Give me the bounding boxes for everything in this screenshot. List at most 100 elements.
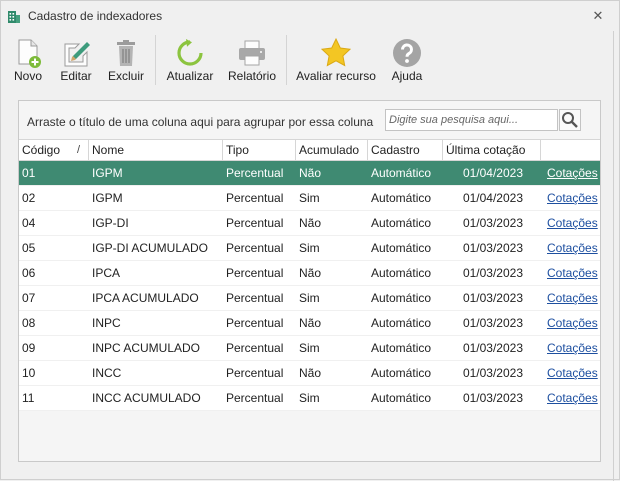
table-row[interactable]: 07 IPCA ACUMULADO Percentual Sim Automático 0… [19,286,600,311]
cell-code: 10 [22,366,36,380]
table-row[interactable]: 11 INCC ACUMULADO Percentual Sim Automático 0… [19,386,600,411]
quotes-link[interactable]: Cotações [541,336,600,361]
refresh-button[interactable]: Atualizar [164,35,216,87]
table-row[interactable]: 09 INPC ACUMULADO Percentual Sim Automático 0… [19,336,600,361]
cell-code: 04 [22,216,36,230]
cell-type: Percentual [226,166,284,180]
cell-name: INPC ACUMULADO [92,341,201,355]
cell-type: Percentual [226,191,284,205]
quotes-link[interactable]: Cotações [541,261,600,286]
rate-resource-button-label: Avaliar recurso [296,69,376,83]
cell-type: Percentual [226,341,284,355]
cell-type: Percentual [226,316,284,330]
cell-type: Percentual [226,216,284,230]
quotes-link[interactable]: Cotações [541,361,600,386]
help-button-label: Ajuda [391,69,423,83]
edit-button-label: Editar [60,69,92,83]
sort-indicator-icon: / [76,144,80,156]
table-row[interactable]: 04 IGP-DI Percentual Não Automático 01/03/202… [19,211,600,236]
quotes-link[interactable]: Cotações [541,311,600,336]
cell-code: 11 [22,391,35,405]
search-input[interactable] [386,110,557,130]
rate-resource-button[interactable]: Avaliar recurso [295,35,377,87]
cell-registration: Automático [371,216,432,230]
column-header-last-quote[interactable]: Última cotação [443,140,541,161]
edit-pencil-icon [64,42,90,67]
cell-name: INCC [92,366,122,380]
grid-body: 01 IGPM Percentual Não Automático 01/04/2023 C… [19,161,600,411]
data-grid: Código / Nome Tipo Acumulado Cadastro Últ… [19,139,600,411]
table-row[interactable]: 08 INPC Percentual Não Automático 01/03/2023 C… [19,311,600,336]
toolbar-separator [155,35,156,85]
grid-panel: Arraste o título de uma coluna aqui para… [18,100,601,462]
new-button[interactable]: Novo [11,35,45,87]
search-box [385,109,558,131]
quotes-link[interactable]: Cotações [541,386,600,411]
cell-last-quote: 01/04/2023 [462,166,523,180]
quotes-link[interactable]: Cotações [541,286,600,311]
cell-accumulated: Sim [299,341,320,355]
delete-button[interactable]: Excluir [106,35,146,87]
column-header-accumulated[interactable]: Acumulado [296,140,368,161]
cell-accumulated: Não [299,316,322,330]
cell-last-quote: 01/03/2023 [462,241,523,255]
cell-code: 08 [22,316,36,330]
cell-last-quote: 01/03/2023 [462,341,523,355]
cell-last-quote: 01/03/2023 [462,391,523,405]
cell-last-quote: 01/03/2023 [462,291,523,305]
delete-button-label: Excluir [107,69,144,83]
window-edge [613,31,614,481]
cell-last-quote: 01/04/2023 [462,191,523,205]
toolbar-separator [286,35,287,85]
search-button[interactable] [559,109,581,131]
quotes-link[interactable]: Cotações [541,161,600,186]
help-button[interactable]: Ajuda [387,35,427,87]
table-row[interactable]: 05 IGP-DI ACUMULADO Percentual Sim Automátic… [19,236,600,261]
quotes-link[interactable]: Cotações [541,236,600,261]
table-row[interactable]: 10 INCC Percentual Não Automático 01/03/2023 C… [19,361,600,386]
close-icon[interactable]: ✕ [589,7,607,25]
cell-registration: Automático [371,391,432,405]
cell-accumulated: Não [299,266,322,280]
column-header-label: Código [22,143,61,157]
table-row[interactable]: 01 IGPM Percentual Não Automático 01/04/2023 C… [19,161,600,186]
table-row[interactable]: 06 IPCA Percentual Não Automático 01/03/2023 C… [19,261,600,286]
column-header-actions [541,140,600,161]
cell-code: 02 [22,191,36,205]
cell-registration: Automático [371,291,432,305]
column-header-code[interactable]: Código / [19,140,89,161]
report-button[interactable]: Relatório [225,35,279,87]
cell-accumulated: Sim [299,241,320,255]
cell-type: Percentual [226,391,284,405]
building-icon [8,11,20,23]
cell-accumulated: Sim [299,191,320,205]
toolbar: Novo Editar Excluir Atualizar Relatório … [11,31,611,89]
column-header-name[interactable]: Nome [89,140,223,161]
cell-name: IGPM [92,191,123,205]
quotes-link[interactable]: Cotações [541,186,600,211]
cell-registration: Automático [371,316,432,330]
group-by-hint: Arraste o título de uma coluna aqui para… [27,115,374,129]
cell-last-quote: 01/03/2023 [462,216,523,230]
refresh-icon [177,39,203,66]
cell-name: INPC [92,316,121,330]
cell-registration: Automático [371,341,432,355]
cell-type: Percentual [226,366,284,380]
column-header-registration[interactable]: Cadastro [368,140,443,161]
cell-type: Percentual [226,241,284,255]
cell-name: IGP-DI [92,216,129,230]
cell-accumulated: Não [299,366,322,380]
edit-button[interactable]: Editar [56,35,96,87]
column-header-type[interactable]: Tipo [223,140,296,161]
window-title: Cadastro de indexadores [28,9,163,23]
cell-last-quote: 01/03/2023 [462,266,523,280]
cell-code: 09 [22,341,36,355]
cell-code: 01 [22,166,36,180]
new-button-label: Novo [13,69,42,83]
cell-code: 06 [22,266,36,280]
window: Cadastro de indexadores ✕ Novo Editar Ex… [0,0,620,481]
quotes-link[interactable]: Cotações [541,211,600,236]
table-row[interactable]: 02 IGPM Percentual Sim Automático 01/04/2023 C… [19,186,600,211]
refresh-button-label: Atualizar [166,69,214,83]
cell-accumulated: Sim [299,291,320,305]
